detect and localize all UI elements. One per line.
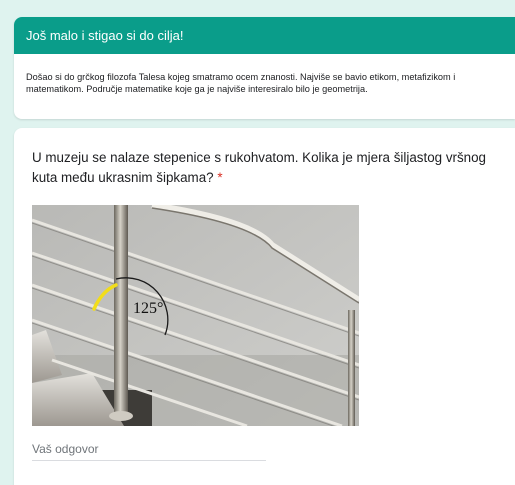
side-post xyxy=(348,310,355,426)
answer-input[interactable]: Vaš odgovor xyxy=(32,438,266,461)
section-description: Došao si do grčkog filozofa Talesa kojeg… xyxy=(26,72,456,94)
question-title: U muzeju se nalaze stepenice s rukohvato… xyxy=(32,148,502,188)
section-card: Još malo i stigao si do cilja! Došao si … xyxy=(14,17,515,119)
required-asterisk: * xyxy=(217,170,223,185)
post-base xyxy=(109,411,133,421)
question-text: U muzeju se nalaze stepenice s rukohvato… xyxy=(32,150,487,185)
angle-label: 125° xyxy=(133,300,163,317)
railing-post xyxy=(114,205,128,418)
question-card: U muzeju se nalaze stepenice s rukohvato… xyxy=(14,128,515,485)
section-title: Još malo i stigao si do cilja! xyxy=(14,17,515,54)
stair-railing-image: 125° xyxy=(32,205,359,426)
